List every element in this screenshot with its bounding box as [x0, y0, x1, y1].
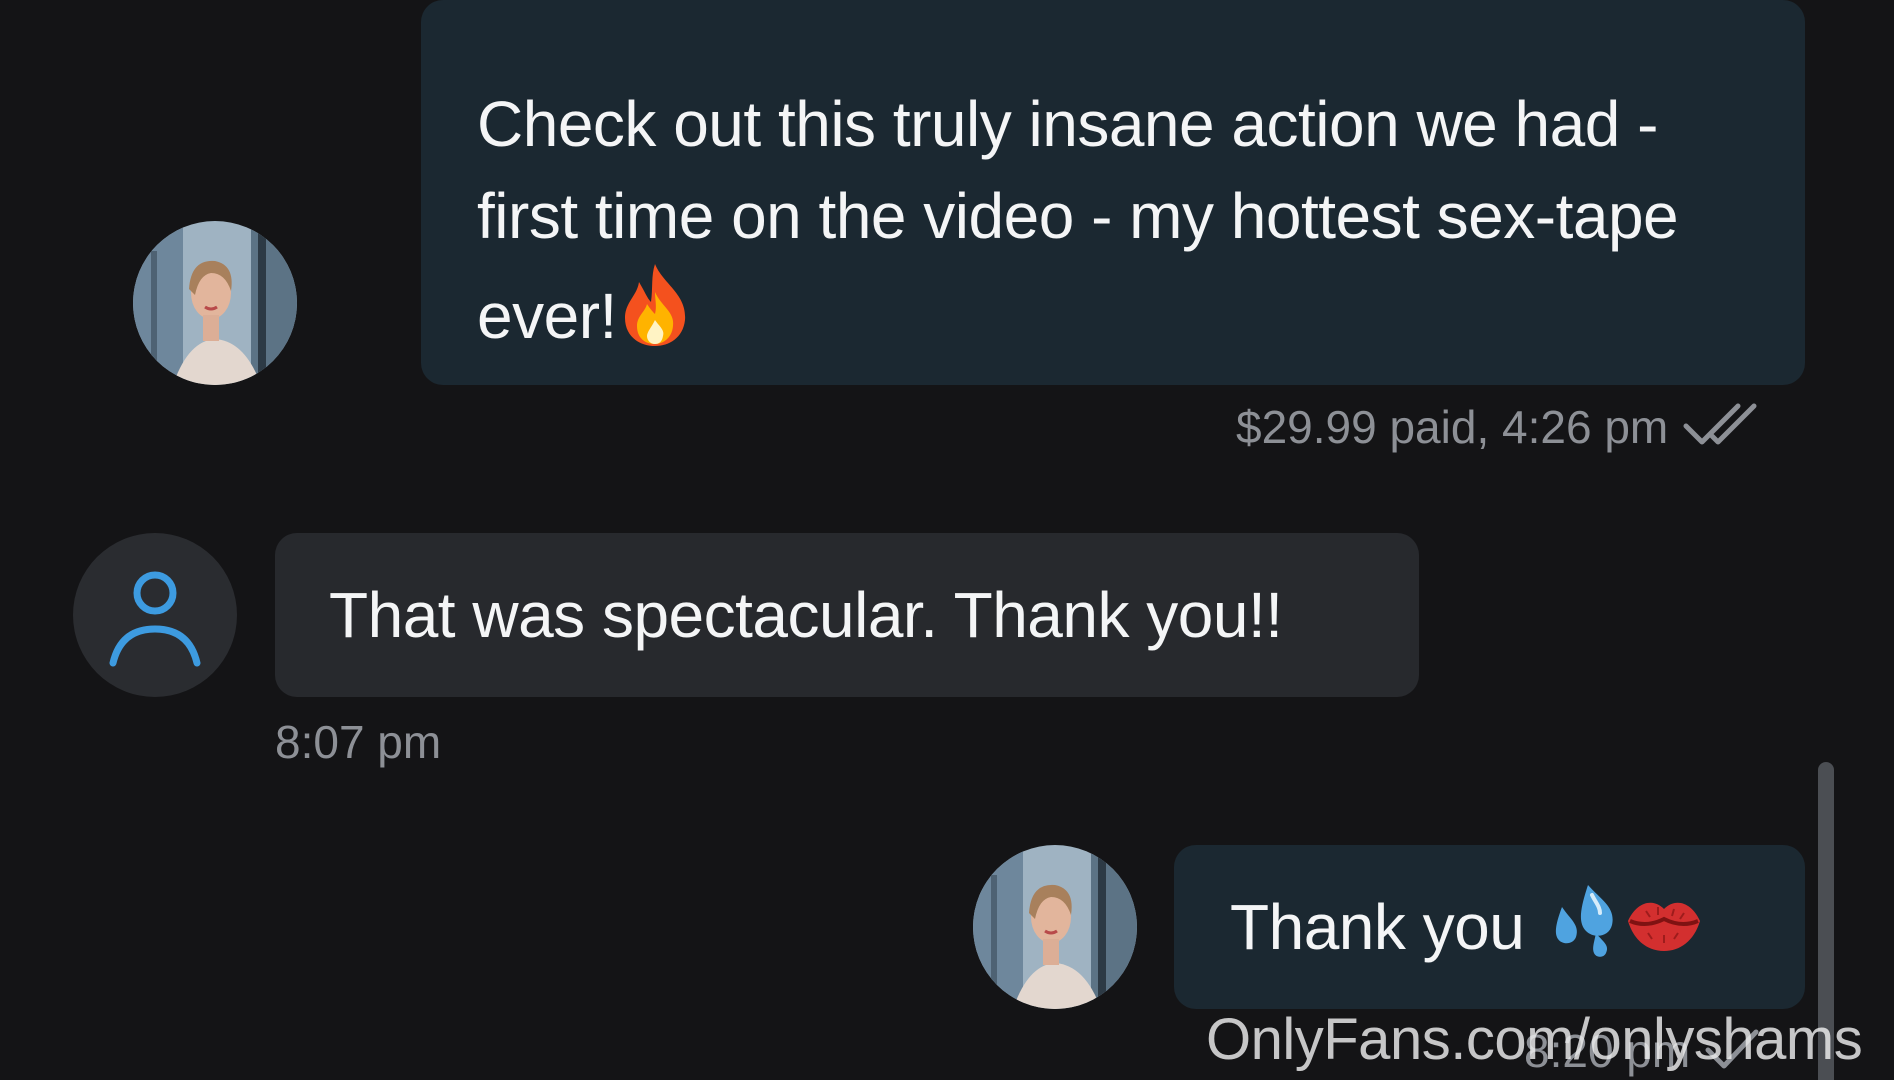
creator-avatar[interactable]: [973, 845, 1137, 1009]
creator-avatar-photo: [133, 221, 297, 385]
message-bubble-outgoing[interactable]: Check out this truly insane action we ha…: [421, 0, 1805, 385]
message-text: That was spectacular. Thank you!!: [329, 579, 1283, 651]
fan-avatar[interactable]: [73, 533, 237, 697]
message-bubble-outgoing[interactable]: Thank you: [1174, 845, 1805, 1009]
message-bubble-incoming[interactable]: That was spectacular. Thank you!!: [275, 533, 1419, 697]
sweat-droplets-emoji: [1542, 855, 1624, 1019]
kiss-mark-emoji: [1624, 855, 1704, 1019]
fire-emoji: [617, 262, 693, 372]
double-check-icon: [1682, 400, 1764, 461]
message-text: Thank you: [1230, 891, 1525, 963]
message-meta: $29.99 paid, 4:26 pm: [1236, 400, 1764, 461]
paid-timestamp: $29.99 paid, 4:26 pm: [1236, 401, 1669, 453]
user-outline-icon: [109, 571, 201, 667]
message-meta: 8:07 pm: [275, 715, 441, 769]
creator-avatar[interactable]: [133, 221, 297, 385]
chat-screen: Check out this truly insane action we ha…: [0, 0, 1894, 1080]
creator-avatar-photo: [973, 845, 1137, 1009]
watermark: OnlyFans.com/onlyshams: [1206, 1007, 1863, 1072]
message-timestamp: 8:07 pm: [275, 716, 442, 768]
